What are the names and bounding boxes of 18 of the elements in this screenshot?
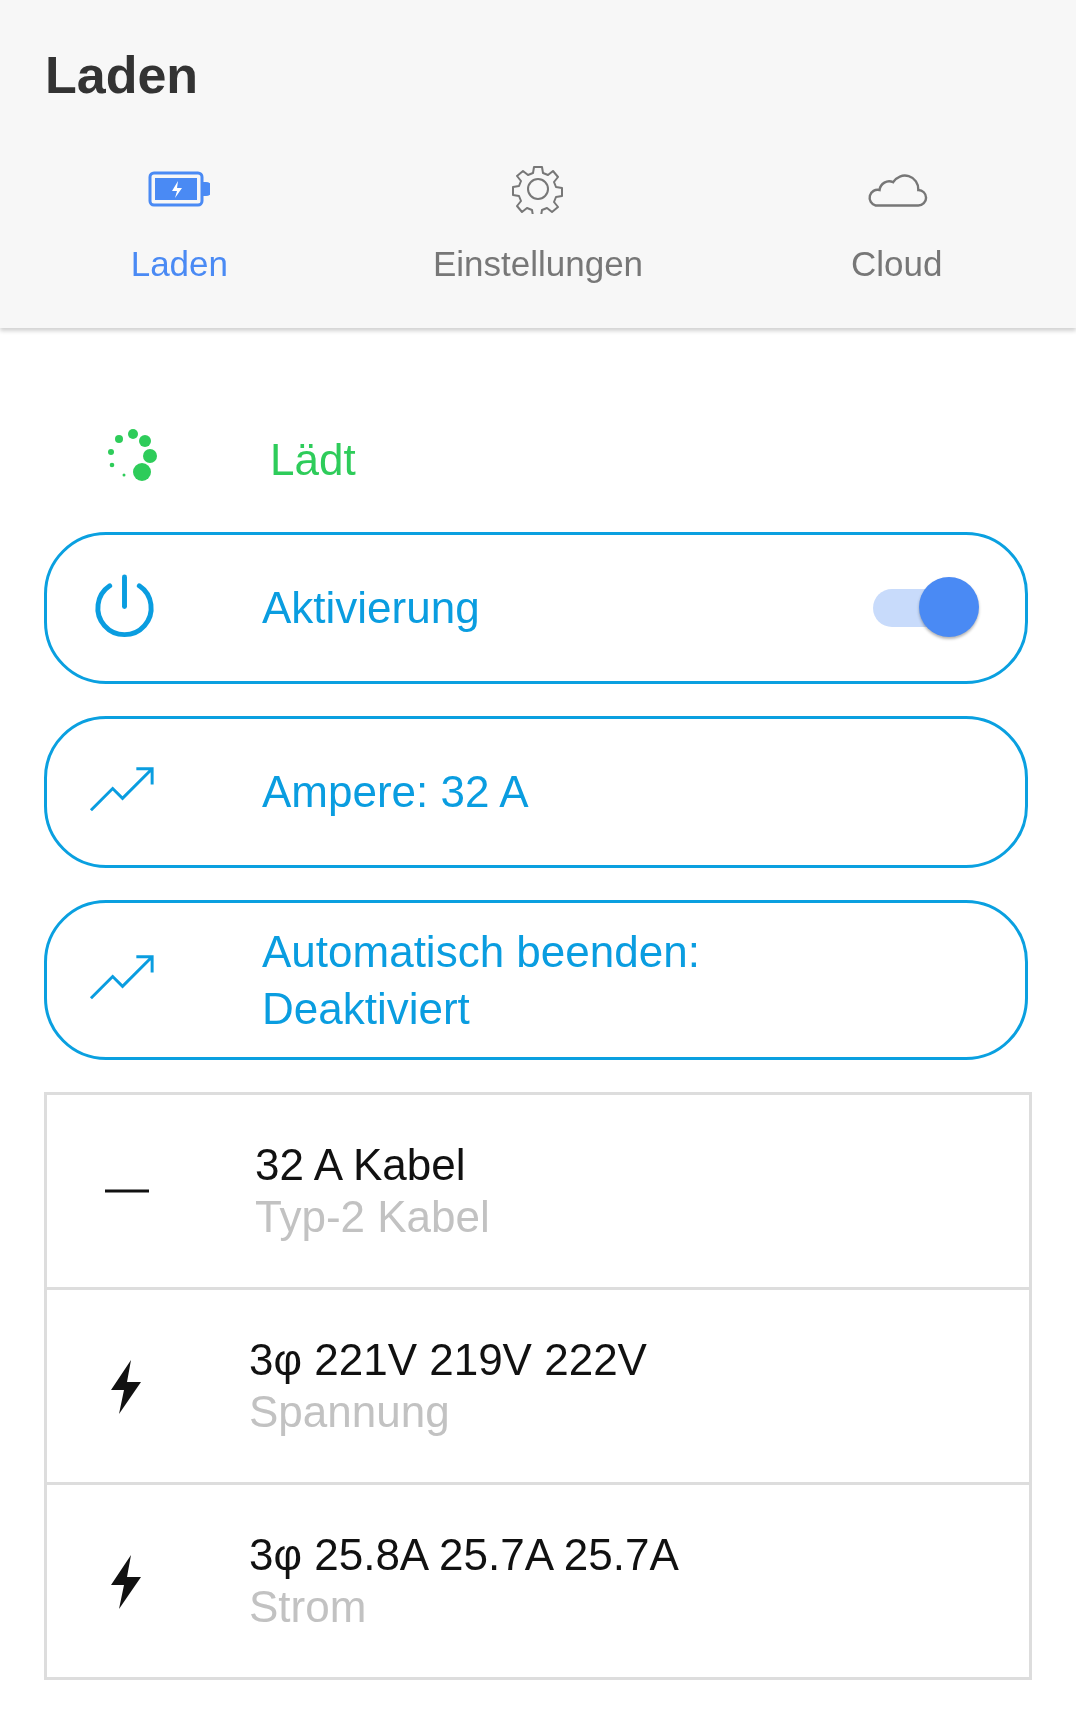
info-value: 32 A Kabel: [255, 1138, 467, 1191]
status-label: Lädt: [270, 434, 356, 486]
setting-card[interactable]: Automatisch beenden: Deaktiviert: [44, 900, 1028, 1061]
dash-icon: [105, 1189, 149, 1194]
info-value: 3φ 25.8A 25.7A 25.7A: [249, 1528, 679, 1581]
setting-label: Aktivierung: [262, 582, 481, 635]
tab[interactable]: Einstellungen: [358, 164, 718, 291]
tab[interactable]: Laden: [0, 164, 359, 291]
setting-label: Automatisch beenden: Deaktiviert: [262, 926, 701, 1036]
setting-label: Ampere: 32 A: [262, 766, 530, 819]
info-caption: Strom: [249, 1581, 368, 1634]
info-value: 3φ 221V 219V 222V: [249, 1333, 647, 1386]
setting-card[interactable]: Ampere: 32 A: [44, 716, 1028, 868]
info-caption: Spannung: [249, 1386, 451, 1439]
toggle-card[interactable]: Aktivierung: [44, 532, 1028, 684]
app-title: Laden: [44, 45, 200, 106]
info-caption: Typ-2 Kabel: [255, 1191, 490, 1244]
tab[interactable]: Cloud: [717, 164, 1076, 291]
